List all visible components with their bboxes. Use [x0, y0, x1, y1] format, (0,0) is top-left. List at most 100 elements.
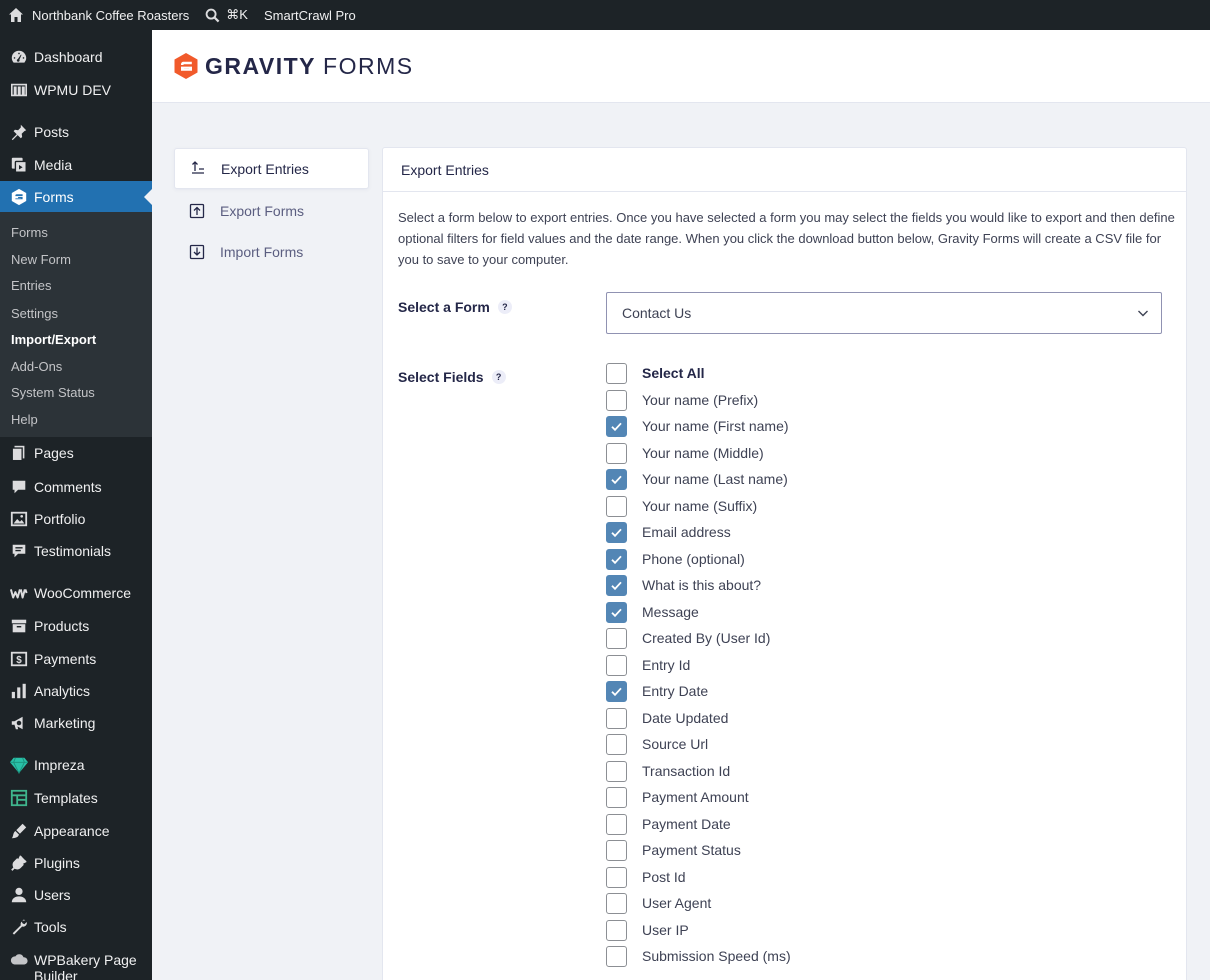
nav-export-forms-label: Export Forms	[220, 202, 305, 219]
submenu-new-form[interactable]: New Form	[11, 252, 71, 267]
submenu-settings[interactable]: Settings	[11, 306, 58, 321]
menu-wpmudev[interactable]: WPMU DEV	[0, 74, 152, 106]
submenu-help[interactable]: Help	[11, 412, 38, 427]
submenu-system-status[interactable]: System Status	[11, 385, 95, 400]
menu-impreza[interactable]: Impreza	[0, 749, 152, 781]
field-checkbox-row[interactable]: Your name (First name)	[606, 415, 789, 437]
field-checkbox-row[interactable]: Created By (User Id)	[606, 627, 770, 649]
field-checkbox[interactable]	[606, 945, 627, 967]
menu-posts[interactable]: Posts	[0, 116, 152, 148]
field-checkbox[interactable]	[606, 495, 627, 517]
field-checkbox-label: Date Updated	[642, 710, 729, 726]
submenu-entries[interactable]: Entries	[11, 278, 51, 293]
field-checkbox[interactable]	[606, 601, 627, 623]
forms-submenu: Forms New Form Entries Settings Import/E…	[0, 212, 152, 437]
field-checkbox-label: Entry Date	[642, 683, 709, 699]
submenu-import-export[interactable]: Import/Export	[11, 332, 96, 347]
nav-export-entries[interactable]: Export Entries	[174, 148, 369, 189]
select-all-checkbox[interactable]	[606, 362, 627, 384]
form-select[interactable]: Contact Us	[606, 292, 1162, 334]
submenu-add-ons[interactable]: Add-Ons	[11, 359, 62, 374]
field-checkbox[interactable]	[606, 813, 627, 835]
menu-appearance[interactable]: Appearance	[0, 815, 152, 847]
field-checkbox-label: Payment Status	[642, 842, 741, 858]
field-checkbox-row[interactable]: Transaction Id	[606, 760, 730, 782]
field-checkbox[interactable]	[606, 574, 627, 596]
import-forms-icon	[174, 244, 220, 260]
nav-import-forms[interactable]: Import Forms	[174, 231, 369, 272]
nav-export-entries-label: Export Entries	[221, 160, 309, 177]
field-checkbox[interactable]	[606, 680, 627, 702]
smartcrawl-link[interactable]: SmartCrawl Pro	[256, 0, 364, 30]
field-checkbox-row[interactable]: Payment Date	[606, 813, 731, 835]
help-icon[interactable]: ?	[497, 300, 512, 314]
menu-woocommerce[interactable]: WooCommerce	[0, 577, 152, 609]
field-checkbox[interactable]	[606, 892, 627, 914]
field-checkbox[interactable]	[606, 866, 627, 888]
search-shortcut[interactable]: ⌘K	[197, 0, 256, 30]
field-checkbox-label: Source Url	[642, 736, 709, 752]
field-checkbox-row[interactable]: Source Url	[606, 733, 708, 755]
gravity-forms-header: GRAVITY FORMS	[152, 30, 1210, 103]
field-checkbox[interactable]	[606, 733, 627, 755]
menu-forms[interactable]: Forms	[0, 181, 152, 213]
menu-tools-label: Tools	[34, 919, 67, 935]
field-checkbox[interactable]	[606, 760, 627, 782]
field-checkbox[interactable]	[606, 442, 627, 464]
menu-payments[interactable]: $ Payments	[0, 643, 152, 675]
field-checkbox-row[interactable]: Payment Status	[606, 839, 741, 861]
menu-templates[interactable]: Templates	[0, 782, 152, 814]
menu-comments[interactable]: Comments	[0, 471, 152, 503]
select-all-checkbox-row[interactable]: Select All	[606, 362, 705, 384]
field-checkbox-row[interactable]: What is this about?	[606, 574, 761, 596]
field-checkbox-row[interactable]: Entry Date	[606, 680, 708, 702]
field-checkbox-row[interactable]: User IP	[606, 919, 689, 941]
field-checkbox-row[interactable]: Date Updated	[606, 707, 728, 729]
menu-pages[interactable]: Pages	[0, 437, 152, 469]
field-checkbox[interactable]	[606, 548, 627, 570]
field-checkbox[interactable]	[606, 919, 627, 941]
menu-users-label: Users	[34, 887, 71, 903]
menu-media[interactable]: Media	[0, 149, 152, 181]
menu-products[interactable]: Products	[0, 610, 152, 642]
checkmark-icon	[611, 608, 622, 617]
field-checkbox-row[interactable]: Submission Speed (ms)	[606, 945, 791, 967]
menu-portfolio[interactable]: Portfolio	[0, 503, 152, 535]
field-checkbox[interactable]	[606, 389, 627, 411]
field-checkbox[interactable]	[606, 654, 627, 676]
field-checkbox[interactable]	[606, 786, 627, 808]
field-checkbox-row[interactable]: Payment Amount	[606, 786, 749, 808]
submenu-forms[interactable]: Forms	[11, 225, 48, 240]
field-checkbox[interactable]	[606, 468, 627, 490]
menu-testimonials[interactable]: Testimonials	[0, 535, 152, 567]
menu-dashboard[interactable]: Dashboard	[0, 41, 152, 73]
menu-tools[interactable]: Tools	[0, 911, 152, 943]
menu-marketing[interactable]: Marketing	[0, 707, 152, 739]
field-checkbox-row[interactable]: Email address	[606, 521, 731, 543]
field-checkbox-row[interactable]: Entry Id	[606, 654, 690, 676]
field-checkbox-row[interactable]: Your name (Suffix)	[606, 495, 757, 517]
menu-wpbakery[interactable]: WPBakery Page Builder	[0, 952, 152, 980]
field-checkbox[interactable]	[606, 707, 627, 729]
analytics-icon	[0, 682, 34, 700]
field-checkbox-label: Payment Date	[642, 816, 731, 832]
field-checkbox-row[interactable]: Your name (Last name)	[606, 468, 788, 490]
site-name-link[interactable]: Northbank Coffee Roasters	[0, 0, 197, 30]
field-checkbox-row[interactable]: Post Id	[606, 866, 686, 888]
field-checkbox-row[interactable]: Your name (Prefix)	[606, 389, 758, 411]
nav-export-forms[interactable]: Export Forms	[174, 190, 369, 231]
field-checkbox-row[interactable]: User Agent	[606, 892, 711, 914]
field-checkbox-row[interactable]: Message	[606, 601, 699, 623]
field-checkbox[interactable]	[606, 521, 627, 543]
field-checkbox[interactable]	[606, 839, 627, 861]
menu-analytics[interactable]: Analytics	[0, 675, 152, 707]
checkmark-icon	[611, 555, 622, 564]
menu-users[interactable]: Users	[0, 879, 152, 911]
menu-plugins[interactable]: Plugins	[0, 847, 152, 879]
field-checkbox[interactable]	[606, 415, 627, 437]
help-icon[interactable]: ?	[491, 370, 506, 384]
field-checkbox-row[interactable]: Your name (Middle)	[606, 442, 764, 464]
field-checkbox-row[interactable]: Phone (optional)	[606, 548, 745, 570]
menu-comments-label: Comments	[34, 479, 102, 495]
field-checkbox[interactable]	[606, 627, 627, 649]
